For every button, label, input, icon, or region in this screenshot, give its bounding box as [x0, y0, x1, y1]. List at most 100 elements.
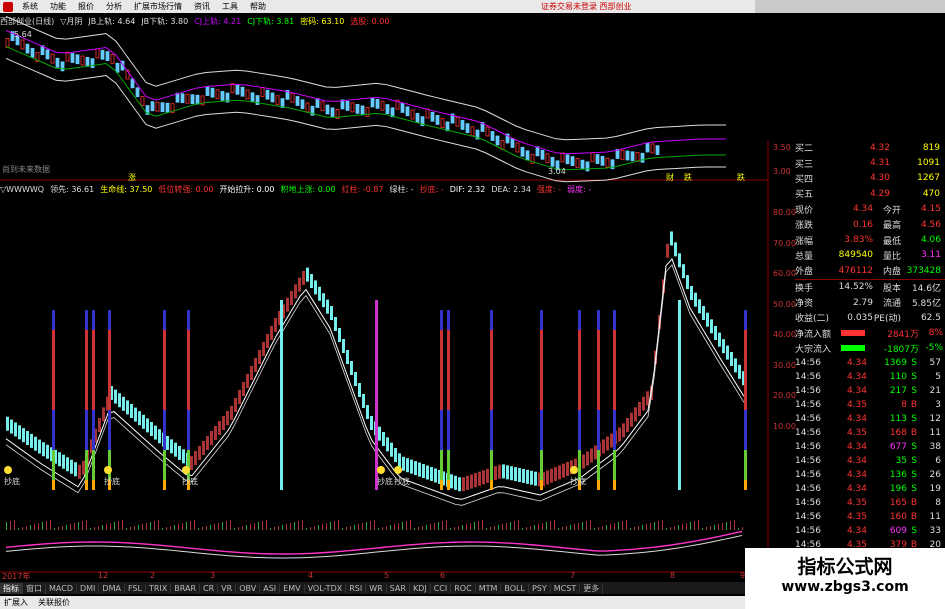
macd-bar [602, 526, 603, 530]
signal-column-segment [578, 410, 581, 450]
indicator-bar [606, 436, 609, 451]
kline-layer [5, 15, 726, 183]
flow-label: 净流入额 [795, 329, 832, 340]
indicator-bar [366, 405, 369, 419]
buy-signal-label: 抄底 [4, 476, 20, 486]
macd-bar [454, 527, 455, 530]
kline-candle [575, 157, 580, 168]
tab-macd[interactable]: MACD [46, 583, 77, 593]
macd-bar [150, 522, 151, 530]
stat-label: 涨幅 [795, 236, 814, 247]
tab-vol-tdx[interactable]: VOL-TDX [305, 583, 347, 593]
indicator-bar [290, 291, 293, 305]
tab-obv[interactable]: OBV [236, 583, 261, 593]
bid-label: 买五 [795, 190, 814, 201]
indicator-bar [230, 406, 233, 420]
macd-bar [690, 522, 691, 530]
macd-bar [670, 527, 671, 530]
indicator-bar [118, 393, 121, 408]
signal-column-segment [540, 450, 543, 480]
tab-rsi[interactable]: RSI [346, 583, 367, 593]
stat-value: 4.15 [920, 204, 941, 215]
tab-trix[interactable]: TRIX [146, 583, 172, 593]
indicator-bar [414, 461, 417, 476]
tab-boll[interactable]: BOLL [501, 583, 529, 593]
stat-value: 4.56 [920, 219, 941, 230]
kline-candle [85, 56, 90, 67]
tick-count: 57 [929, 357, 941, 368]
macd-bar [58, 527, 59, 530]
tab-fsl[interactable]: FSL [125, 583, 146, 593]
tab-kdj[interactable]: KDJ [410, 583, 431, 593]
macd-bar [218, 523, 219, 530]
tab-psy[interactable]: PSY [529, 583, 551, 593]
kline-candle [380, 100, 385, 111]
macd-bar [82, 521, 83, 530]
kline-candle [635, 152, 640, 162]
tab-brar[interactable]: BRAR [171, 583, 201, 593]
smiley-icon [4, 466, 12, 474]
indicator-bar [390, 442, 393, 457]
tick-list[interactable]: 14:56 4.34 1369 S 57 14:56 4.34 110 S 5 14:56 4.34 2… [795, 356, 945, 552]
tab-asi[interactable]: ASI [260, 583, 281, 593]
tab-sar[interactable]: SAR [387, 583, 410, 593]
buy-signal-label: 抄底 [182, 476, 198, 486]
macd-bar [426, 525, 427, 530]
tab-mcst[interactable]: MCST [551, 583, 581, 593]
tab-wr[interactable]: WR [366, 583, 387, 593]
bottom-tab-related[interactable]: 关联报价 [38, 597, 70, 608]
indicator-field-value: 强度: - [536, 185, 562, 194]
tab-cci[interactable]: CCI [431, 583, 452, 593]
bid-row: 买三 4.31 1091 [795, 155, 945, 170]
macd-bar [386, 526, 387, 530]
tab-roc[interactable]: ROC [451, 583, 476, 593]
signal-column-segment [613, 480, 616, 490]
indicator-y-tick: 10.00 [773, 421, 796, 431]
tab-窗口[interactable]: 窗口 [23, 582, 46, 594]
indicator-bar [670, 231, 673, 246]
indicator-layer: 抄底 抄底 抄底 抄底 抄底 抄底 [4, 231, 747, 559]
signal-column-segment [578, 310, 581, 330]
macd-bar [370, 521, 371, 530]
macd-bar [290, 523, 291, 530]
indicator-field-value: 生命线: 37.50 [100, 185, 153, 194]
indicator-bar [730, 352, 733, 366]
kline-candle [435, 115, 440, 125]
tick-price: 4.34 [846, 483, 867, 494]
macd-bar [594, 528, 595, 530]
indicator-bar [626, 418, 629, 432]
indicator-bar [14, 422, 17, 437]
tab-dmi[interactable]: DMI [77, 583, 100, 593]
stat-label: 今开 [882, 205, 901, 216]
tab-cr[interactable]: CR [200, 583, 219, 593]
macd-bar [702, 528, 703, 530]
bottom-tab-ext[interactable]: 扩展入 [4, 597, 28, 608]
macd-bar [526, 527, 527, 530]
tab-emv[interactable]: EMV [280, 583, 305, 593]
indicator-bar [422, 464, 425, 479]
tick-price: 4.34 [846, 525, 867, 536]
tab-更多[interactable]: 更多 [580, 582, 604, 594]
tab-指标[interactable]: 指标 [0, 582, 23, 594]
tab-dma[interactable]: DMA [99, 583, 125, 593]
kline-candle [500, 140, 505, 150]
kline-candle [430, 111, 435, 122]
stat-label: 净资 [795, 299, 814, 310]
tab-mtm[interactable]: MTM [476, 583, 502, 593]
indicator-bar [322, 293, 325, 308]
signal-column-segment [613, 410, 616, 450]
indicator-bar [478, 471, 481, 486]
kline-candle [90, 58, 95, 69]
indicator-bar [354, 372, 357, 386]
indicator-bar [274, 318, 277, 332]
macd-bar [518, 520, 519, 530]
indicator-bar [146, 418, 149, 433]
macd-bar [474, 522, 475, 530]
stat-label: 现价 [795, 205, 814, 216]
macd-bar [538, 524, 539, 530]
macd-bar [306, 528, 307, 530]
tab-vr[interactable]: VR [218, 583, 237, 593]
indicator-bar [594, 445, 597, 460]
indicator-bar [698, 299, 701, 314]
macd-bar [18, 528, 19, 530]
